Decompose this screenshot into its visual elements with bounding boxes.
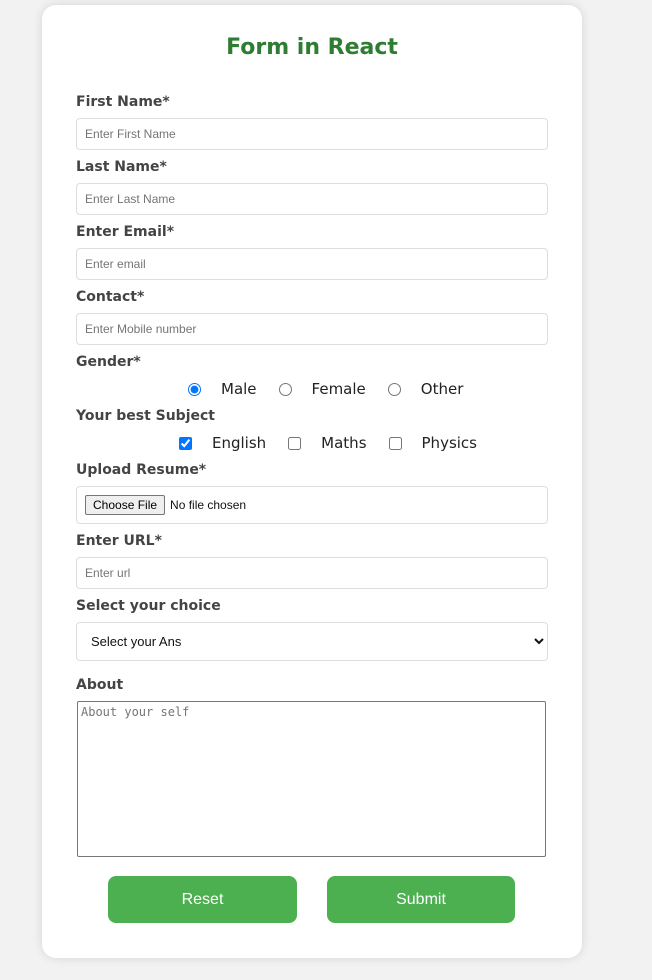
url-input[interactable] — [76, 557, 548, 589]
gender-radio-other[interactable] — [387, 382, 401, 396]
page-title: Form in React — [226, 35, 398, 60]
submit-button[interactable]: Submit — [327, 876, 515, 923]
gender-other-label: Other — [420, 380, 464, 398]
subject-checkbox-english[interactable] — [179, 436, 192, 450]
subject-checkbox-maths[interactable] — [288, 436, 302, 450]
gender-male-label: Male — [221, 380, 257, 398]
last-name-label: Last Name* — [76, 159, 167, 175]
first-name-label: First Name* — [76, 94, 170, 110]
about-textarea[interactable] — [77, 701, 546, 857]
first-name-input[interactable] — [76, 118, 548, 150]
email-input[interactable] — [76, 248, 548, 280]
subject-physics-label: Physics — [421, 434, 477, 452]
about-label: About — [76, 677, 124, 693]
last-name-input[interactable] — [76, 183, 548, 215]
choose-file-button[interactable]: Choose File — [85, 495, 166, 515]
resume-label: Upload Resume* — [76, 462, 207, 478]
gender-female-label: Female — [311, 380, 366, 398]
subject-options: English Maths Physics — [179, 434, 499, 452]
gender-radio-male[interactable] — [188, 382, 201, 396]
subject-maths-label: Maths — [321, 434, 367, 452]
gender-label: Gender* — [76, 354, 141, 370]
subject-english-label: English — [212, 434, 267, 452]
gender-options: Male Female Other — [188, 380, 485, 398]
form-card: Form in React First Name* Last Name* Ent… — [42, 5, 582, 958]
file-status: No file chosen — [170, 498, 247, 512]
contact-label: Contact* — [76, 289, 145, 305]
resume-file-input[interactable]: Choose File No file chosen — [76, 486, 548, 524]
choice-label: Select your choice — [76, 598, 221, 614]
subject-checkbox-physics[interactable] — [388, 436, 402, 450]
gender-radio-female[interactable] — [278, 382, 292, 396]
url-label: Enter URL* — [76, 533, 162, 549]
subject-label: Your best Subject — [76, 408, 215, 424]
choice-select[interactable]: Select your Ans — [76, 622, 548, 661]
contact-input[interactable] — [76, 313, 548, 345]
reset-button[interactable]: Reset — [108, 876, 297, 923]
email-label: Enter Email* — [76, 224, 175, 240]
